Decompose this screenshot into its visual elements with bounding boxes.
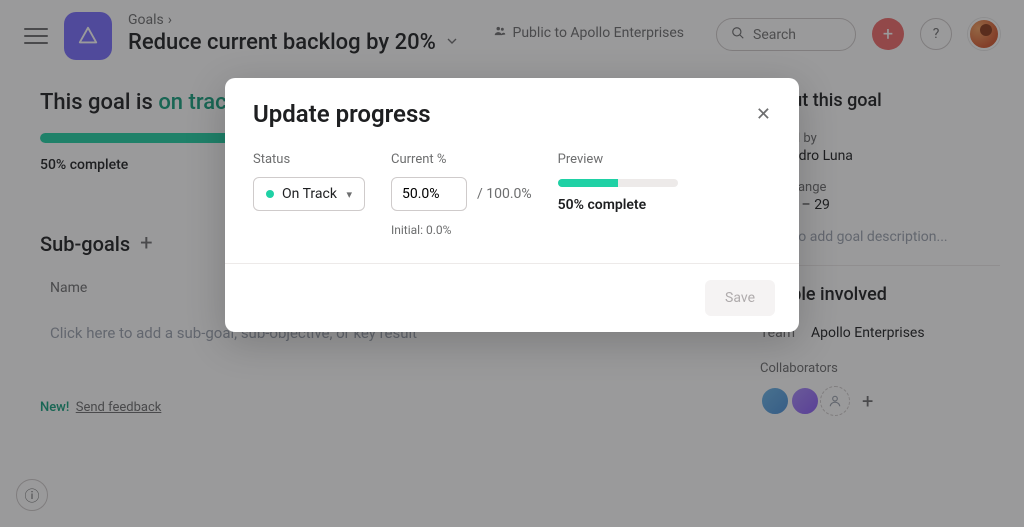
max-pct-text: / 100.0% (477, 186, 532, 202)
status-label: Status (253, 152, 365, 167)
initial-value-text: Initial: 0.0% (391, 223, 532, 237)
chevron-down-icon: ▾ (346, 188, 352, 201)
modal-title: Update progress (253, 100, 431, 128)
status-select-value: On Track (282, 186, 337, 202)
status-dot-icon (266, 190, 274, 198)
close-icon[interactable]: ✕ (756, 104, 771, 125)
save-button[interactable]: Save (705, 280, 775, 316)
preview-progress-fill (558, 179, 618, 187)
current-pct-label: Current % (391, 152, 532, 167)
preview-text: 50% complete (558, 197, 678, 213)
update-progress-modal: Update progress ✕ Status On Track ▾ Curr… (225, 78, 799, 332)
modal-overlay[interactable]: Update progress ✕ Status On Track ▾ Curr… (0, 0, 1024, 527)
preview-progress-bar (558, 179, 678, 187)
preview-label: Preview (558, 152, 678, 167)
status-select[interactable]: On Track ▾ (253, 177, 365, 211)
current-pct-input[interactable] (391, 177, 467, 211)
